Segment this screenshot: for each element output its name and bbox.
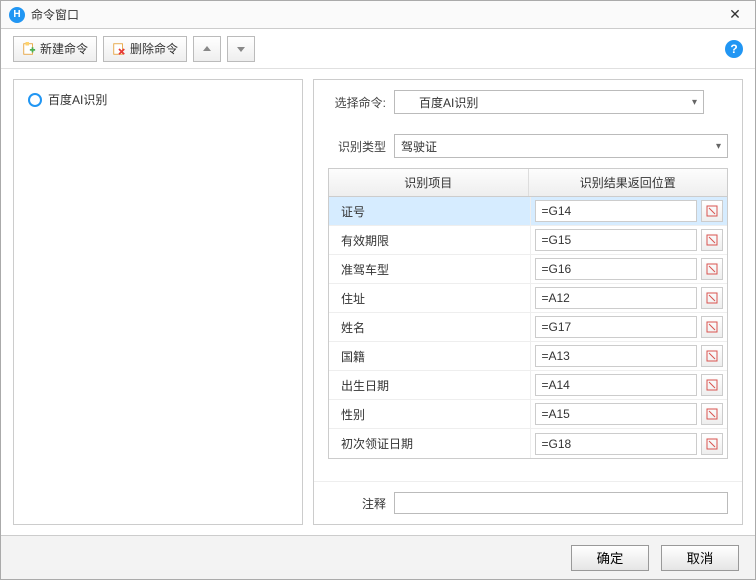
ai-icon	[401, 96, 413, 108]
arrow-down-icon	[236, 44, 246, 54]
select-command-label: 选择命令:	[328, 94, 386, 111]
move-down-button[interactable]	[227, 36, 255, 62]
position-input[interactable]: =A15	[535, 403, 698, 425]
position-input[interactable]: =G15	[535, 229, 698, 251]
help-button[interactable]: ?	[725, 40, 743, 58]
app-icon: H	[9, 7, 25, 23]
command-window: H 命令窗口 ✕ 新建命令 删除命令 ? 百度AI识别	[0, 0, 756, 580]
cell-position: =G15	[531, 226, 728, 254]
cell-item: 准驾车型	[329, 255, 531, 283]
cell-position: =A13	[531, 342, 728, 370]
cell-ref-button[interactable]	[701, 374, 723, 396]
table-row[interactable]: 初次领证日期=G18	[329, 429, 727, 458]
cell-ref-button[interactable]	[701, 287, 723, 309]
move-up-button[interactable]	[193, 36, 221, 62]
th-position: 识别结果返回位置	[529, 169, 728, 196]
cell-ref-icon	[706, 438, 718, 450]
position-input[interactable]: =G14	[535, 200, 698, 222]
tree-item-baidu-ai[interactable]: 百度AI识别	[22, 88, 294, 111]
delete-icon	[112, 42, 126, 56]
ok-button[interactable]: 确定	[571, 545, 649, 571]
cell-ref-icon	[706, 234, 718, 246]
table-row[interactable]: 准驾车型=G16	[329, 255, 727, 284]
recog-type-dropdown[interactable]: 驾驶证 ▾	[394, 134, 728, 158]
position-input[interactable]: =A13	[535, 345, 698, 367]
position-input[interactable]: =A12	[535, 287, 698, 309]
table-row[interactable]: 住址=A12	[329, 284, 727, 313]
cell-ref-button[interactable]	[701, 258, 723, 280]
cell-item: 初次领证日期	[329, 429, 531, 458]
cell-ref-button[interactable]	[701, 403, 723, 425]
position-input[interactable]: =G17	[535, 316, 698, 338]
cell-item: 出生日期	[329, 371, 531, 399]
cancel-button[interactable]: 取消	[661, 545, 739, 571]
footer: 确定 取消	[1, 535, 755, 579]
cell-ref-button[interactable]	[701, 316, 723, 338]
cell-position: =G16	[531, 255, 728, 283]
tree-item-label: 百度AI识别	[48, 91, 107, 108]
cell-position: =A14	[531, 371, 728, 399]
table-row[interactable]: 国籍=A13	[329, 342, 727, 371]
cell-position: =A15	[531, 400, 728, 428]
new-command-label: 新建命令	[40, 40, 88, 57]
select-command-dropdown[interactable]: 百度AI识别 ▾	[394, 90, 704, 114]
cell-ref-icon	[706, 205, 718, 217]
ai-icon	[28, 93, 42, 107]
table-body: 证号=G14有效期限=G15准驾车型=G16住址=A12姓名=G17国籍=A13…	[329, 197, 727, 458]
cell-position: =G17	[531, 313, 728, 341]
window-title: 命令窗口	[31, 6, 723, 23]
recog-type-value: 驾驶证	[401, 138, 437, 155]
cell-item: 国籍	[329, 342, 531, 370]
table-row[interactable]: 姓名=G17	[329, 313, 727, 342]
titlebar: H 命令窗口 ✕	[1, 1, 755, 29]
cell-ref-icon	[706, 350, 718, 362]
select-command-value: 百度AI识别	[419, 94, 478, 111]
cell-ref-icon	[706, 263, 718, 275]
position-input[interactable]: =A14	[535, 374, 698, 396]
cell-position: =G14	[531, 197, 728, 225]
position-input[interactable]: =G18	[535, 433, 698, 455]
body: 百度AI识别 选择命令: 百度AI识别 ▾ 识别类型 驾驶证 ▾	[1, 69, 755, 535]
cell-ref-button[interactable]	[701, 229, 723, 251]
cell-ref-button[interactable]	[701, 345, 723, 367]
th-item: 识别项目	[329, 169, 529, 196]
cell-ref-button[interactable]	[701, 200, 723, 222]
delete-command-button[interactable]: 删除命令	[103, 36, 187, 62]
table-row[interactable]: 出生日期=A14	[329, 371, 727, 400]
close-button[interactable]: ✕	[723, 6, 747, 23]
table-header: 识别项目 识别结果返回位置	[329, 169, 727, 197]
cell-ref-icon	[706, 321, 718, 333]
recog-type-label: 识别类型	[328, 138, 386, 155]
recognition-table: 识别项目 识别结果返回位置 证号=G14有效期限=G15准驾车型=G16住址=A…	[328, 168, 728, 459]
form-panel: 选择命令: 百度AI识别 ▾ 识别类型 驾驶证 ▾ 识别项目	[313, 79, 743, 525]
note-label: 注释	[328, 495, 386, 512]
toolbar: 新建命令 删除命令 ?	[1, 29, 755, 69]
cell-ref-icon	[706, 379, 718, 391]
cell-item: 有效期限	[329, 226, 531, 254]
cell-ref-icon	[706, 292, 718, 304]
select-command-row: 选择命令: 百度AI识别 ▾	[314, 80, 742, 124]
chevron-down-icon: ▾	[716, 141, 721, 152]
new-command-button[interactable]: 新建命令	[13, 36, 97, 62]
cell-item: 证号	[329, 197, 531, 225]
table-row[interactable]: 性别=A15	[329, 400, 727, 429]
recog-type-row: 识别类型 驾驶证 ▾	[314, 124, 742, 168]
table-row[interactable]: 有效期限=G15	[329, 226, 727, 255]
cell-item: 住址	[329, 284, 531, 312]
chevron-down-icon: ▾	[692, 97, 697, 108]
cell-item: 姓名	[329, 313, 531, 341]
table-row[interactable]: 证号=G14	[329, 197, 727, 226]
note-row: 注释	[314, 481, 742, 524]
cell-position: =A12	[531, 284, 728, 312]
command-tree: 百度AI识别	[13, 79, 303, 525]
cell-ref-button[interactable]	[701, 433, 723, 455]
new-icon	[22, 42, 36, 56]
cell-ref-icon	[706, 408, 718, 420]
cell-position: =G18	[531, 429, 728, 458]
delete-command-label: 删除命令	[130, 40, 178, 57]
position-input[interactable]: =G16	[535, 258, 698, 280]
note-input[interactable]	[394, 492, 728, 514]
cell-item: 性别	[329, 400, 531, 428]
arrow-up-icon	[202, 44, 212, 54]
